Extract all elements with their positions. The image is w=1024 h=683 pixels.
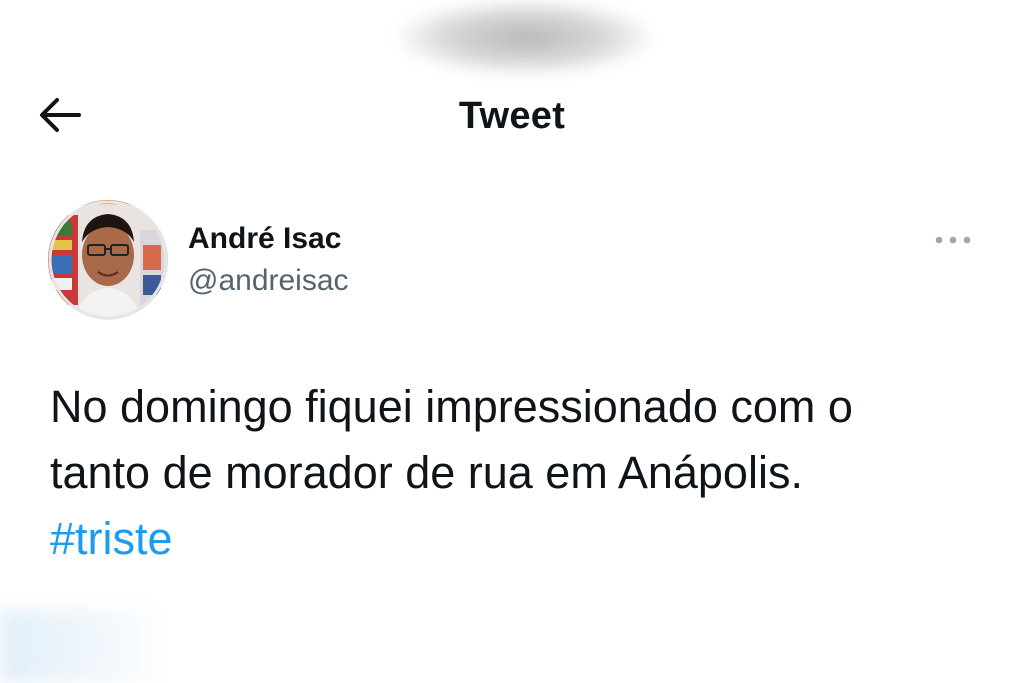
author-handle: @andreisac bbox=[188, 264, 349, 297]
user-avatar-image bbox=[48, 200, 168, 320]
tweet-text: No domingo fiquei impressionado com o ta… bbox=[50, 374, 990, 572]
page-title: Tweet bbox=[458, 95, 566, 137]
more-options-button[interactable] bbox=[928, 222, 978, 258]
top-nav-bar: Tweet bbox=[0, 75, 1024, 155]
blurred-bottom-area bbox=[0, 610, 170, 683]
tweet-text-line-1: No domingo fiquei impressionado com o bbox=[50, 381, 853, 432]
ellipsis-icon bbox=[935, 236, 971, 244]
avatar[interactable] bbox=[48, 200, 168, 320]
hashtag-link[interactable]: #triste bbox=[50, 513, 173, 564]
author-name[interactable]: André Isac bbox=[188, 222, 341, 256]
tweet-author: André Isac @andreisac bbox=[48, 200, 988, 320]
tweet-text-line-2: tanto de morador de rua em Anápolis. bbox=[50, 447, 803, 498]
blurred-status-area bbox=[400, 0, 650, 75]
